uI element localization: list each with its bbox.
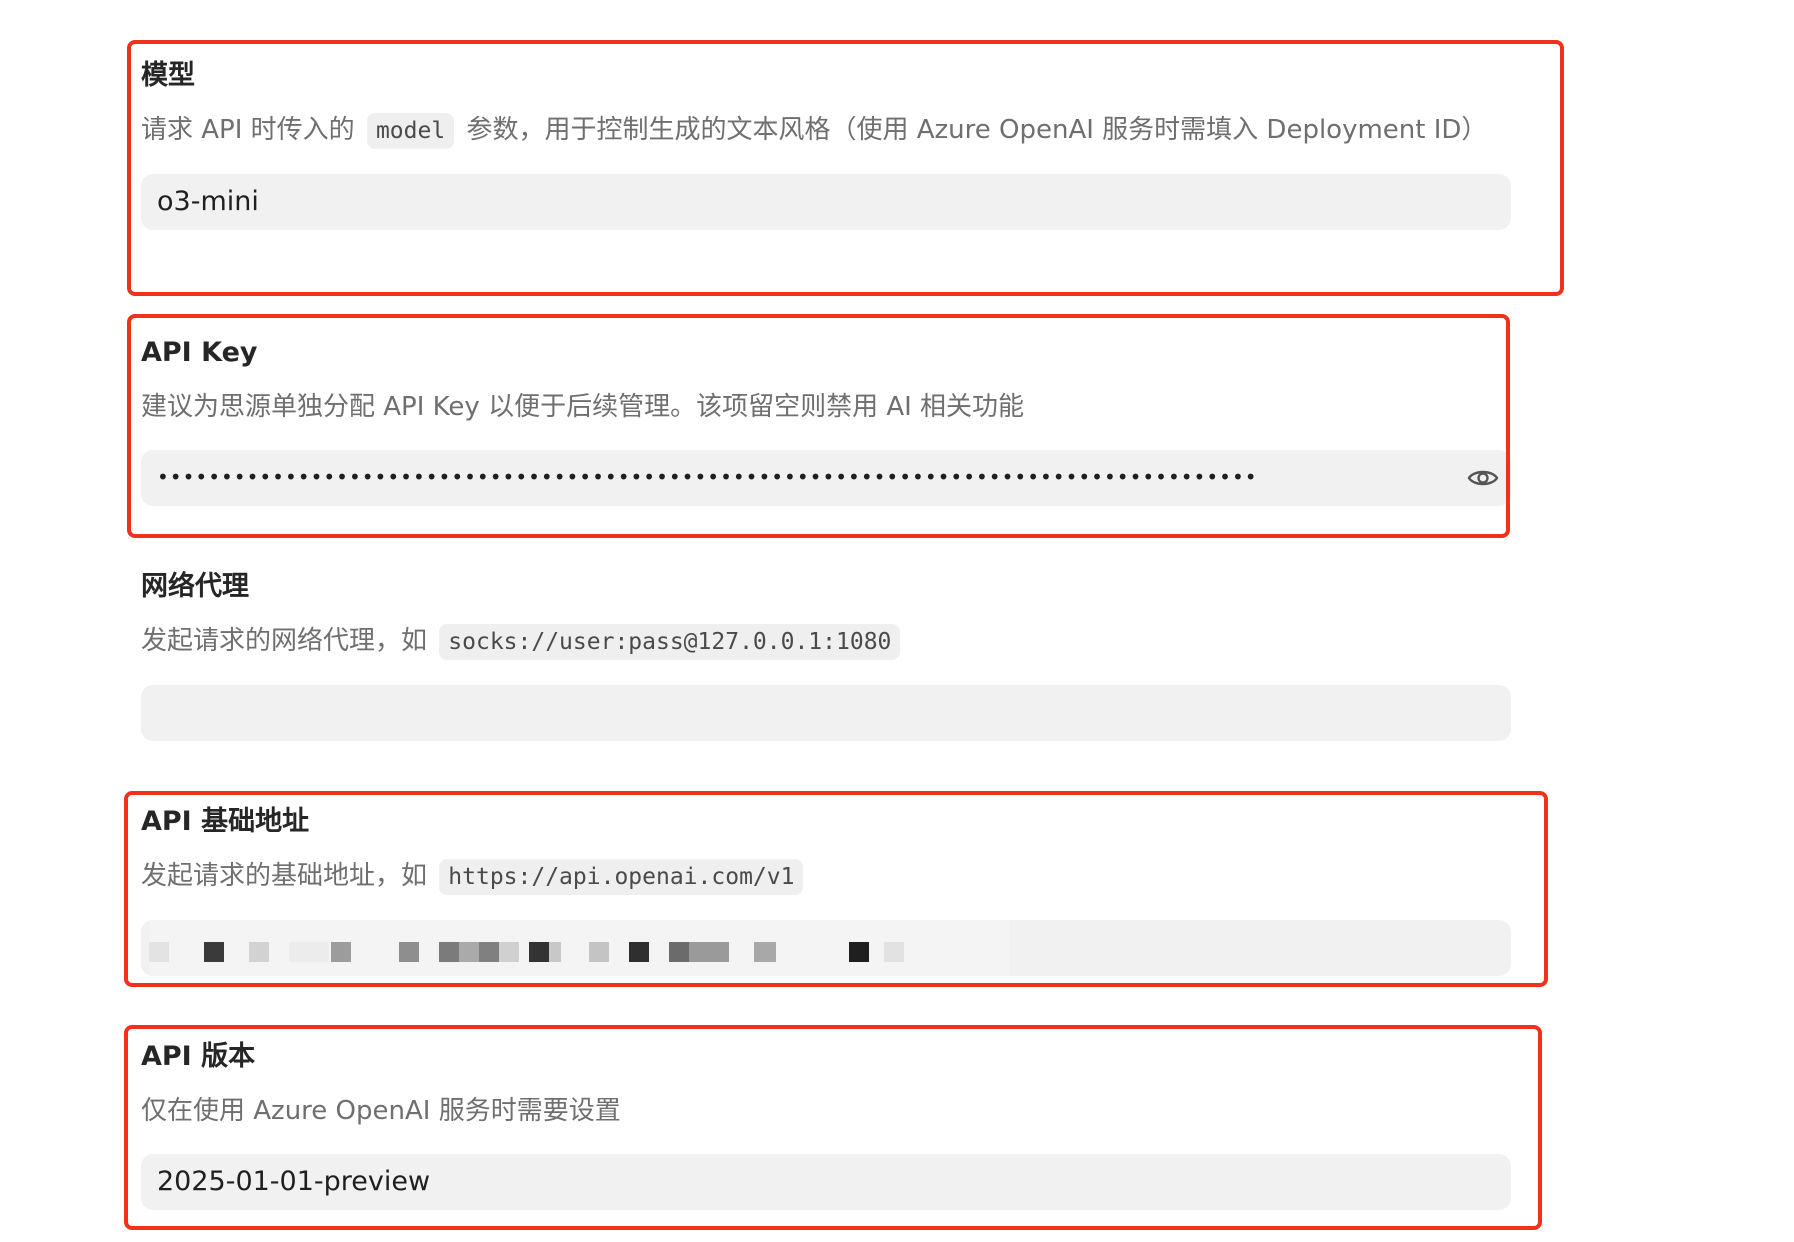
model-input[interactable]: o3-mini: [141, 174, 1511, 230]
base-url-title: API 基础地址: [141, 806, 310, 837]
base-url-section: API 基础地址 发起请求的基础地址，如 https://api.openai.…: [141, 802, 1511, 976]
eye-icon[interactable]: [1467, 462, 1499, 494]
base-url-input[interactable]: [141, 920, 1511, 976]
api-version-section: API 版本 仅在使用 Azure OpenAI 服务时需要设置 2025-01…: [141, 1037, 1511, 1210]
model-section: 模型 请求 API 时传入的 model 参数，用于控制生成的文本风格（使用 A…: [141, 56, 1511, 230]
model-desc-before: 请求 API 时传入的: [141, 115, 355, 145]
model-desc-code: model: [366, 113, 455, 149]
api-key-description: 建议为思源单独分配 API Key 以便于后续管理。该项留空则禁用 AI 相关功…: [141, 392, 1025, 422]
proxy-input[interactable]: [141, 685, 1511, 741]
api-version-title: API 版本: [141, 1041, 256, 1072]
base-url-description: 发起请求的基础地址，如 https://api.openai.com/v1: [141, 855, 1511, 898]
proxy-description: 发起请求的网络代理，如 socks://user:pass@127.0.0.1:…: [141, 620, 1511, 663]
api-key-masked-value: ••••••••••••••••••••••••••••••••••••••••…: [157, 465, 1258, 489]
proxy-desc-code: socks://user:pass@127.0.0.1:1080: [439, 624, 901, 660]
api-key-title: API Key: [141, 337, 258, 368]
model-description: 请求 API 时传入的 model 参数，用于控制生成的文本风格（使用 Azur…: [141, 109, 1511, 152]
model-title: 模型: [141, 60, 195, 91]
base-url-desc-code: https://api.openai.com/v1: [439, 859, 804, 895]
api-version-input[interactable]: 2025-01-01-preview: [141, 1154, 1511, 1210]
model-desc-after: 参数，用于控制生成的文本风格（使用 Azure OpenAI 服务时需填入 De…: [466, 115, 1488, 145]
api-version-description: 仅在使用 Azure OpenAI 服务时需要设置: [141, 1096, 621, 1126]
base-url-desc-before: 发起请求的基础地址，如: [141, 861, 428, 891]
api-key-section: API Key 建议为思源单独分配 API Key 以便于后续管理。该项留空则禁…: [141, 333, 1511, 506]
api-key-input[interactable]: ••••••••••••••••••••••••••••••••••••••••…: [141, 450, 1511, 506]
proxy-title: 网络代理: [141, 571, 249, 602]
proxy-desc-before: 发起请求的网络代理，如: [141, 626, 428, 656]
proxy-section: 网络代理 发起请求的网络代理，如 socks://user:pass@127.0…: [141, 567, 1511, 741]
redacted-value-mosaic: [149, 920, 1009, 976]
